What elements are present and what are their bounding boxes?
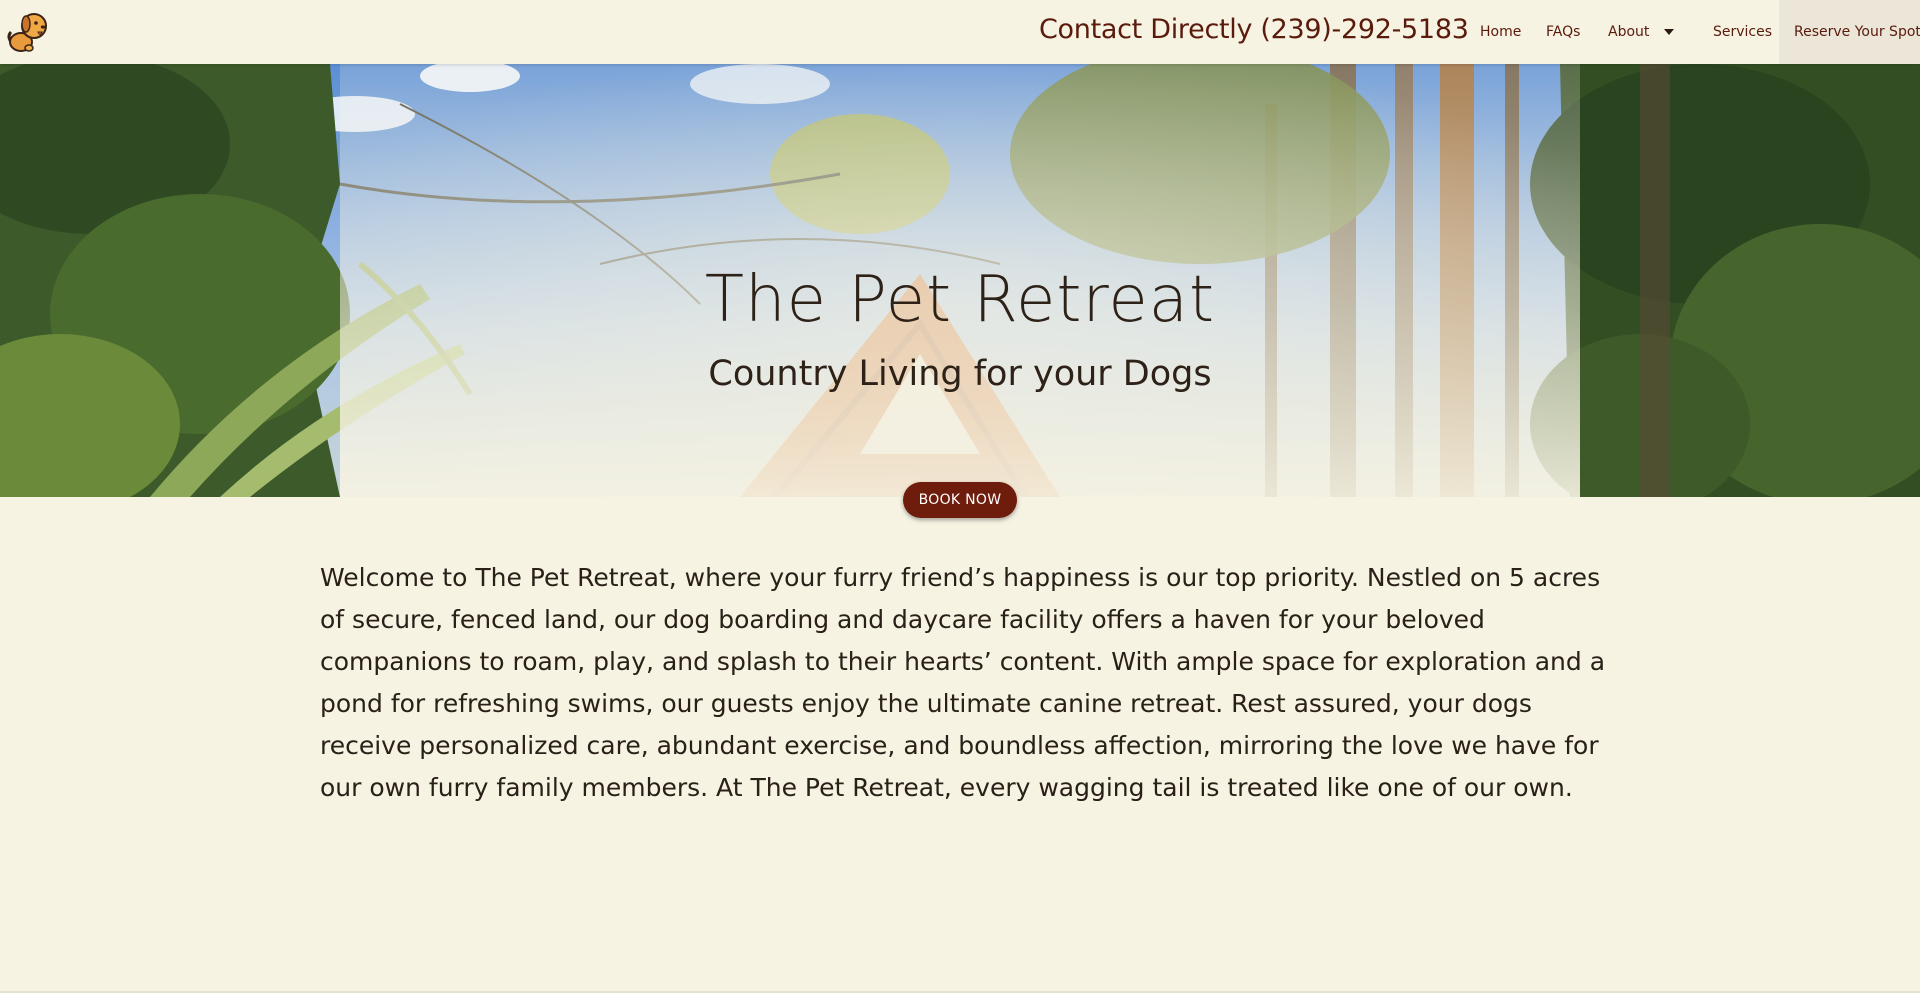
nav-home[interactable]: Home [1480,0,1521,64]
hero-subtitle: Country Living for your Dogs [708,354,1212,394]
chevron-down-icon[interactable] [1664,29,1674,35]
book-now-button[interactable]: BOOK NOW [903,482,1017,518]
nav-about[interactable]: About [1608,0,1649,64]
nav-faqs[interactable]: FAQs [1546,0,1580,64]
hero-title: The Pet Retreat [704,263,1216,337]
dog-mascot-icon[interactable] [5,6,53,54]
nav-reserve-your-spot[interactable]: Reserve Your Spot [1779,0,1920,64]
nav-services[interactable]: Services [1713,0,1772,64]
contact-phone[interactable]: Contact Directly (239)-292-5183 [1039,14,1469,45]
site-header: Contact Directly (239)-292-5183 Home FAQ… [0,0,1920,64]
hero-banner: The Pet Retreat Country Living for your … [0,64,1920,497]
welcome-paragraph: Welcome to The Pet Retreat, where your f… [320,563,1606,802]
